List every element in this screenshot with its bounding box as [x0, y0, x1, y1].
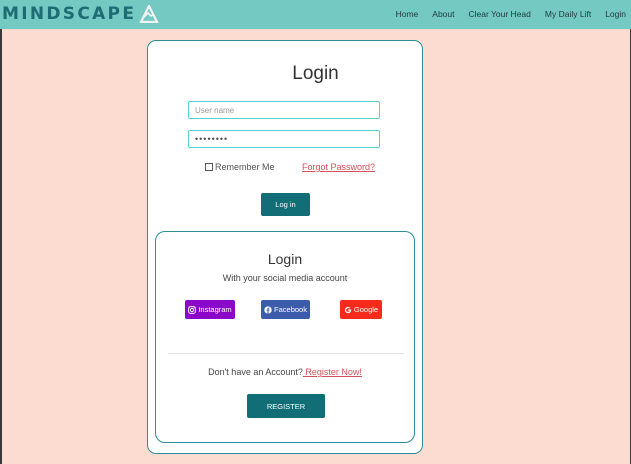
remember-label: Remember Me — [215, 162, 275, 172]
instagram-icon — [188, 305, 197, 314]
nav-login[interactable]: Login — [605, 9, 626, 19]
remember-me[interactable]: Remember Me — [205, 162, 275, 172]
instagram-button[interactable]: Instagram — [185, 300, 235, 319]
mountain-a-icon — [139, 5, 159, 23]
register-now-link[interactable]: Register Now! — [303, 367, 362, 377]
google-label: Google — [353, 305, 379, 314]
forgot-password-link[interactable]: Forgot Password? — [302, 162, 375, 172]
register-prompt-text: Don't have an Account? — [208, 367, 303, 377]
register-button[interactable]: REGISTER — [247, 394, 325, 418]
facebook-label: Facebook — [274, 305, 307, 314]
navbar: MINDSCAPE Home About Clear Your Head My … — [0, 0, 631, 29]
social-login-subtitle: With your social media account — [222, 273, 348, 283]
password-input[interactable] — [188, 130, 380, 148]
instagram-label: Instagram — [198, 305, 232, 314]
nav-home[interactable]: Home — [396, 9, 419, 19]
nav-clear-your-head[interactable]: Clear Your Head — [469, 9, 531, 19]
remember-checkbox[interactable] — [205, 163, 213, 171]
register-prompt: Don't have an Account? Register Now! — [155, 367, 415, 377]
nav-my-daily-lift[interactable]: My Daily Lift — [545, 9, 591, 19]
divider — [168, 353, 404, 354]
username-input[interactable] — [188, 101, 380, 119]
login-title: Login — [292, 63, 339, 84]
nav-about[interactable]: About — [432, 9, 454, 19]
facebook-icon — [264, 305, 272, 314]
google-icon — [344, 306, 352, 313]
social-login-title: Login — [267, 251, 303, 267]
brand-name: MINDSCAPE — [2, 4, 137, 24]
login-button[interactable]: Log in — [261, 193, 310, 216]
nav-links: Home About Clear Your Head My Daily Lift… — [396, 9, 626, 19]
google-button[interactable]: Google — [340, 300, 382, 319]
brand-logo[interactable]: MINDSCAPE — [2, 4, 159, 24]
facebook-button[interactable]: Facebook — [261, 300, 310, 319]
